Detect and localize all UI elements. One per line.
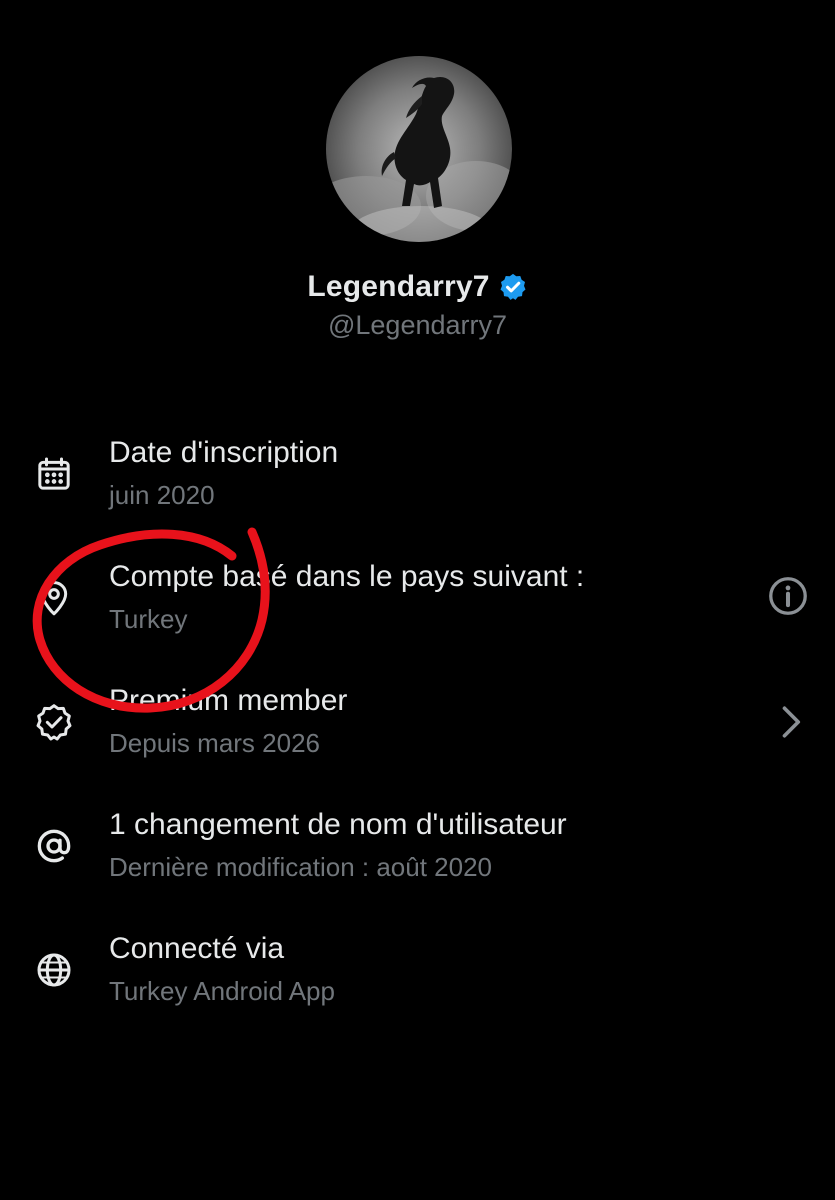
avatar-image	[326, 56, 512, 242]
verified-badge-icon	[34, 702, 74, 742]
account-country-title: Compte basé dans le pays suivant :	[109, 560, 585, 593]
username-changes-title: 1 changement de nom d'utilisateur	[109, 808, 567, 841]
premium-since: Depuis mars 2026	[109, 728, 320, 758]
username-last-modified: Dernière modification : août 2020	[109, 852, 493, 882]
join-date-title: Date d'inscription	[109, 436, 339, 469]
info-row-premium[interactable]: Premium member Depuis mars 2026	[0, 684, 835, 794]
avatar[interactable]	[326, 56, 512, 242]
info-row-account-country: Compte basé dans le pays suivant : Turke…	[0, 560, 835, 670]
info-row-username-changes: 1 changement de nom d'utilisateur Derniè…	[0, 808, 835, 918]
chevron-right-icon[interactable]	[768, 700, 812, 744]
account-country-value: Turkey	[109, 604, 188, 634]
info-row-connected-via: Connecté via Turkey Android App	[0, 932, 835, 1042]
join-date-value: juin 2020	[109, 480, 215, 510]
info-icon[interactable]	[766, 574, 810, 618]
display-name-row: Legendarry7	[0, 270, 835, 304]
display-name: Legendarry7	[307, 270, 490, 303]
handle: @Legendarry7	[327, 310, 508, 340]
location-pin-icon	[34, 578, 74, 618]
connected-via-value: Turkey Android App	[109, 976, 335, 1006]
connected-via-title: Connecté via	[109, 932, 285, 965]
info-row-join-date: Date d'inscription juin 2020	[0, 436, 835, 546]
calendar-icon	[34, 454, 74, 494]
verified-badge-icon	[498, 272, 528, 302]
globe-icon	[34, 950, 74, 990]
premium-title: Premium member	[109, 684, 348, 717]
at-icon	[34, 826, 74, 866]
